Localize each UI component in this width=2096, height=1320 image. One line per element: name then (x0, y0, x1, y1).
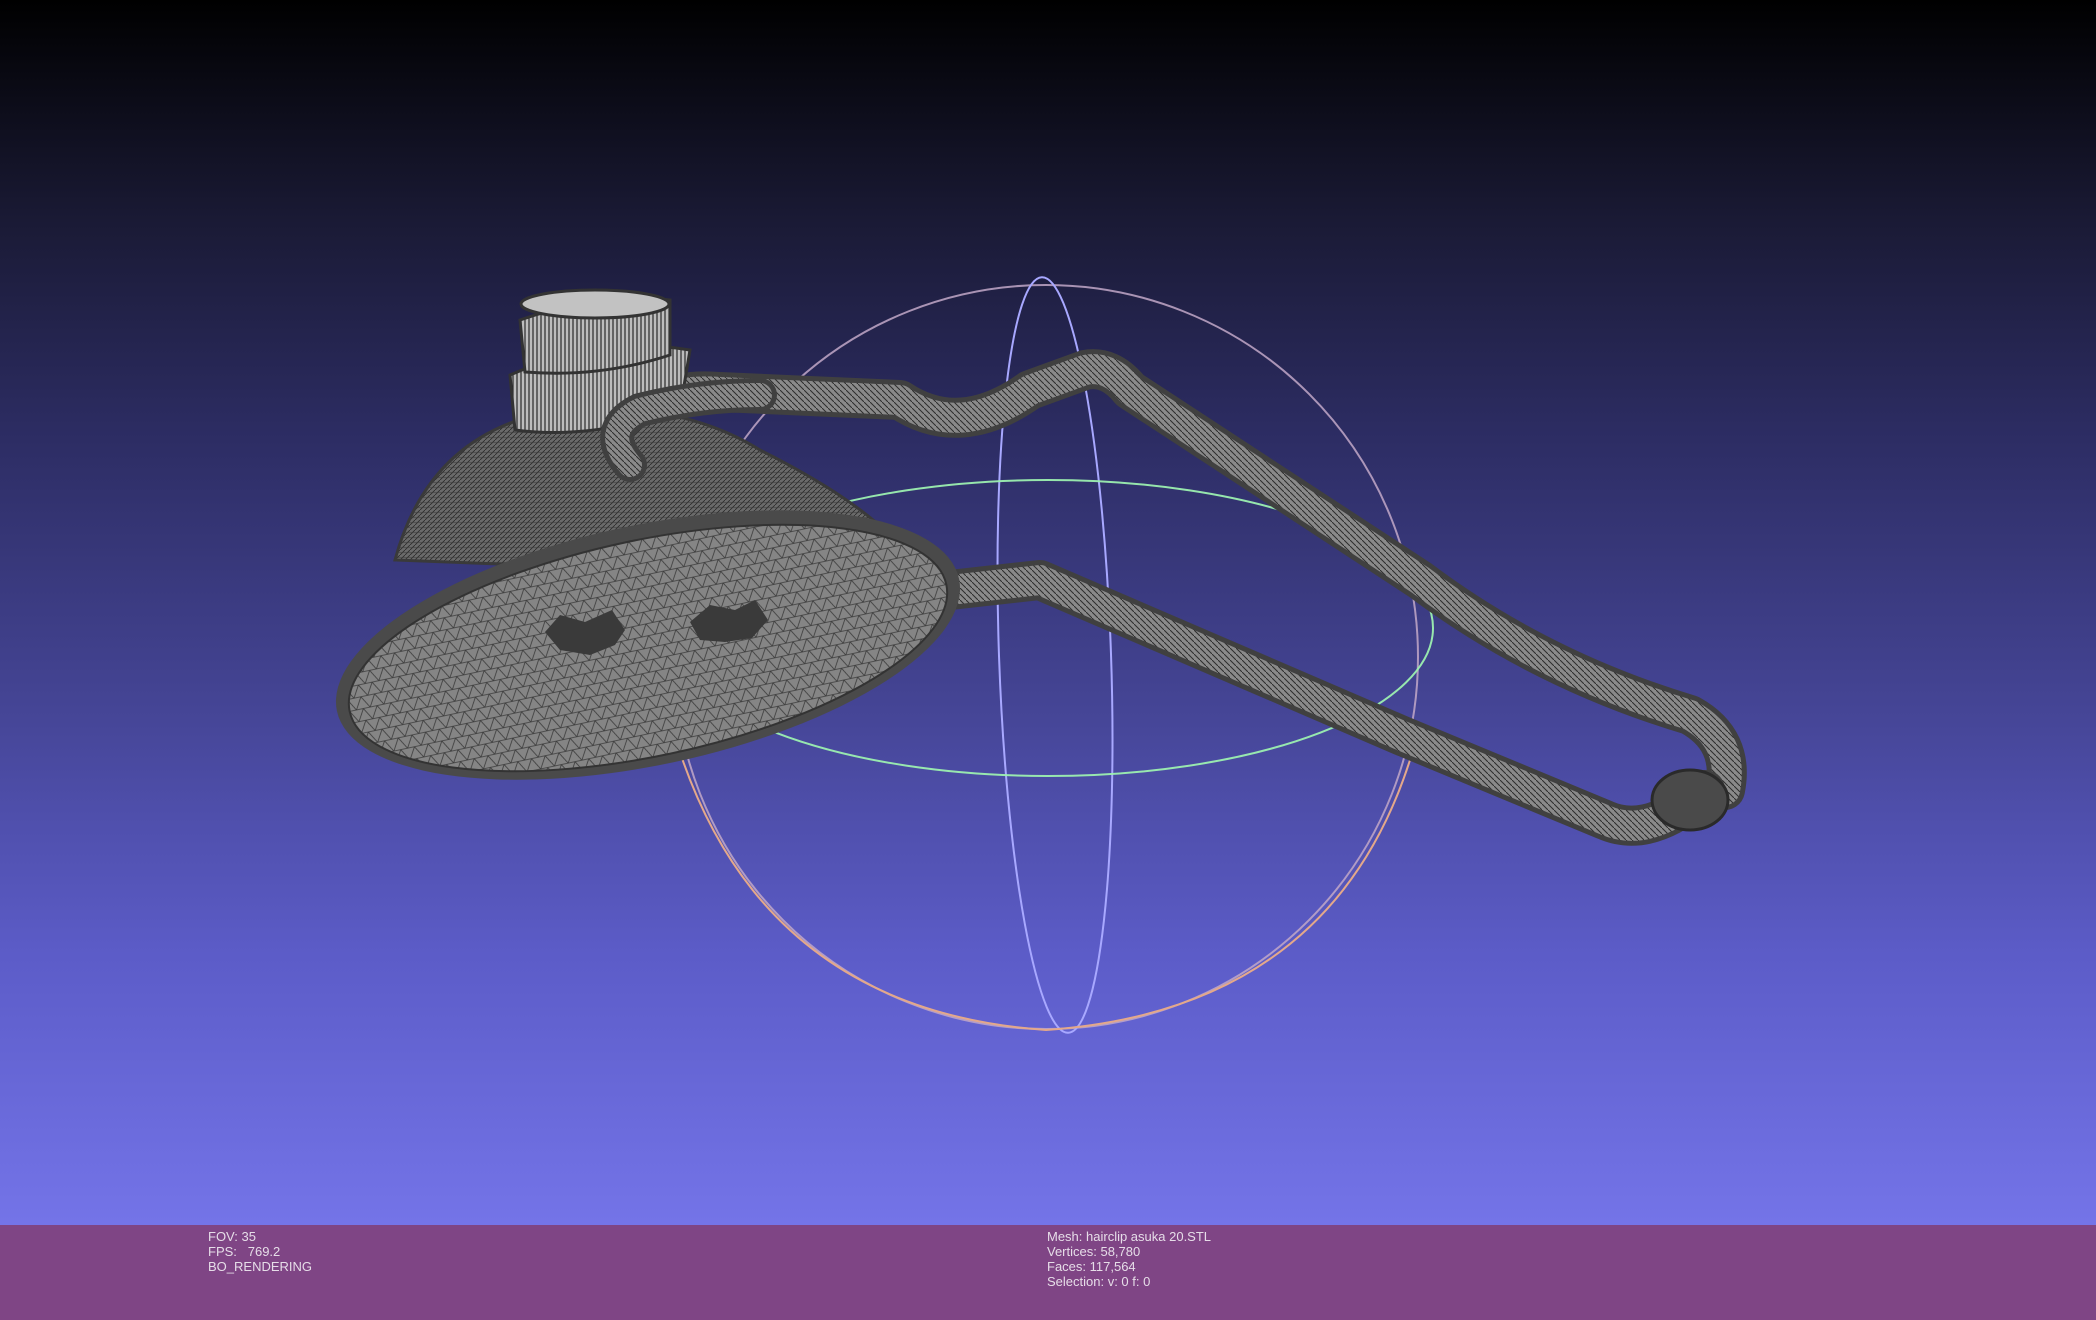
render-info: FOV: 35 FPS: 769.2 BO_RENDERING (208, 1229, 312, 1274)
face-count: Faces: 117,564 (1047, 1259, 1136, 1274)
hairclip-mesh[interactable] (312, 288, 1747, 846)
status-bar: FOV: 35 FPS: 769.2 BO_RENDERING Mesh: ha… (0, 1225, 2096, 1320)
fov-readout: FOV: 35 (208, 1229, 256, 1244)
mesh-name: Mesh: hairclip asuka 20.STL (1047, 1229, 1212, 1244)
selection-info: Selection: v: 0 f: 0 (1047, 1274, 1151, 1289)
mesh-cylinder-top (519, 288, 671, 320)
render-mode: BO_RENDERING (208, 1259, 313, 1274)
trackball-x-ring-lower (675, 739, 1411, 1032)
mesh-info: Mesh: hairclip asuka 20.STL Vertices: 58… (1047, 1229, 1211, 1289)
fps-readout: FPS: 769.2 (208, 1244, 281, 1259)
3d-viewport[interactable] (0, 0, 2096, 1225)
vertex-count: Vertices: 58,780 (1047, 1244, 1141, 1259)
mesh-end-cap (1650, 768, 1730, 832)
mesh-scene[interactable] (0, 0, 2096, 1225)
